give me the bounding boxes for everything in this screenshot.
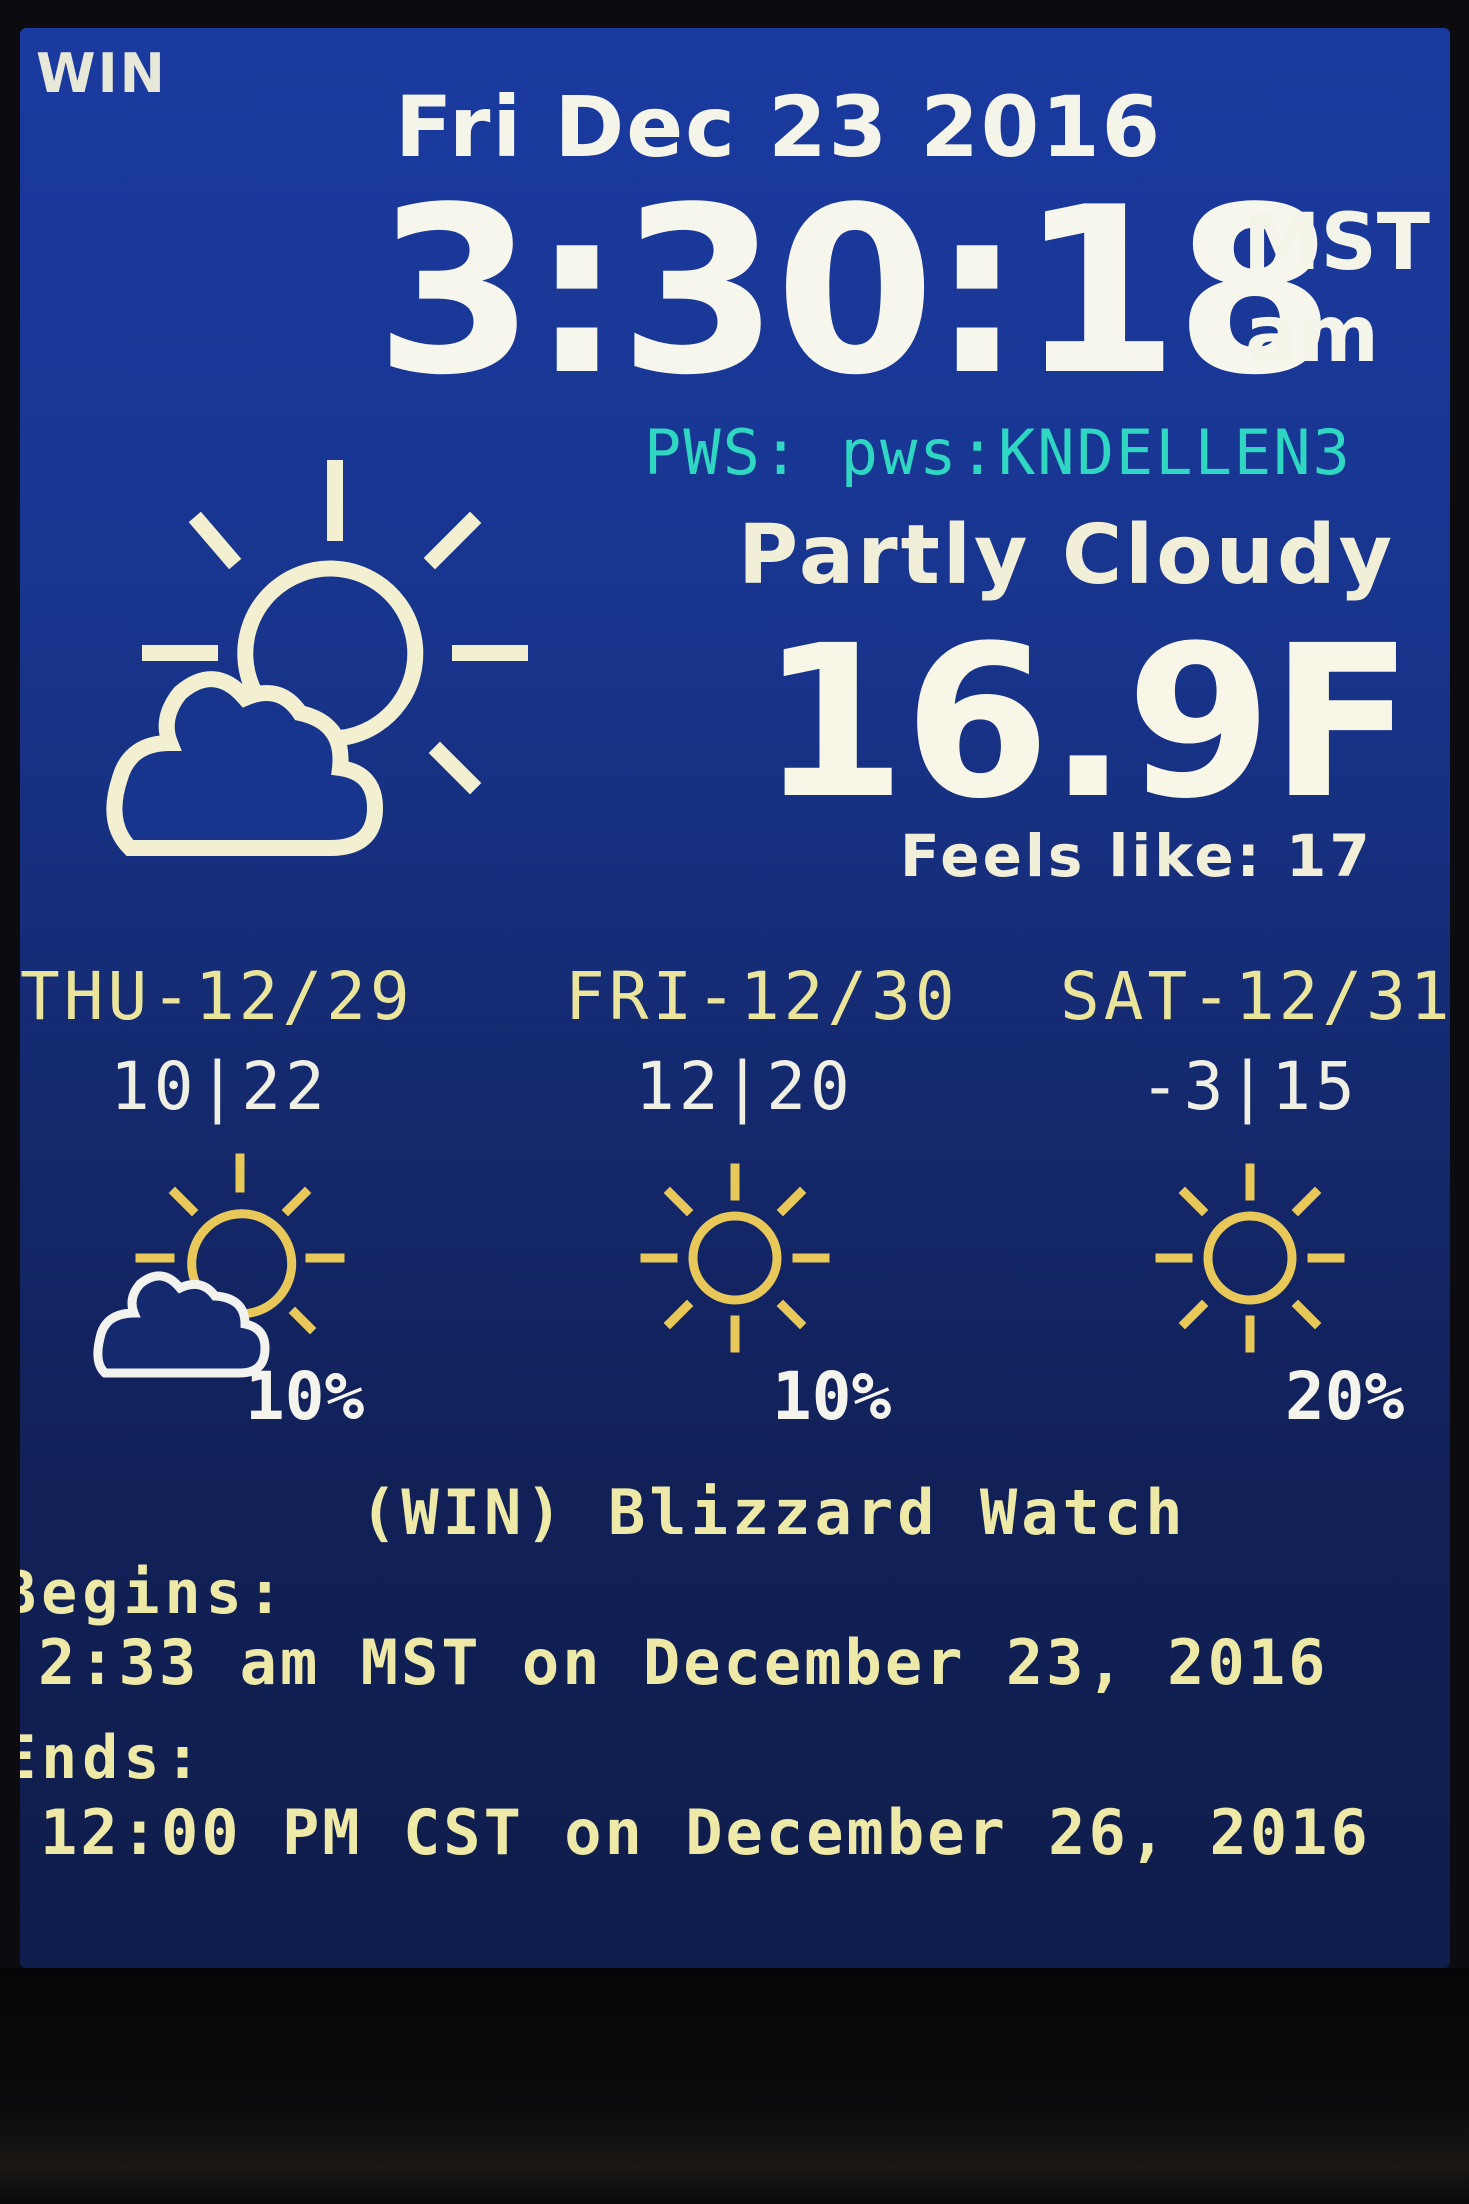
feels-like: Feels like: 17 <box>900 822 1373 890</box>
forecast-day-3-temps: -3|15 <box>1140 1048 1359 1125</box>
current-condition: Partly Cloudy <box>738 508 1396 603</box>
forecast-day-2-precip: 10% <box>772 1358 892 1435</box>
time-display: 3:30:18 <box>375 159 1335 426</box>
sunny-icon <box>640 1163 830 1353</box>
alert-ends-label: Ends: <box>20 1723 206 1793</box>
pws-station-label: PWS: pws:KNDELLEN3 <box>644 416 1352 489</box>
alert-title: (WIN) Blizzard Watch <box>360 1476 1187 1549</box>
forecast-day-1-label: THU-12/29 <box>20 958 414 1035</box>
forecast-day-1-precip: 10% <box>245 1358 365 1435</box>
partly-cloudy-icon <box>93 1153 345 1378</box>
device-bottom-edge <box>0 1968 1469 2204</box>
alert-begins-label: Begins: <box>20 1558 288 1628</box>
timezone-label: MST <box>1243 198 1431 288</box>
forecast-day-1-temps: 10|22 <box>110 1048 329 1125</box>
current-temperature: 16.9F <box>760 600 1414 845</box>
partly-cloudy-icon <box>106 460 528 856</box>
forecast-day-2-temps: 12|20 <box>635 1048 854 1125</box>
station-code: WIN <box>36 42 167 105</box>
forecast-day-2-label: FRI-12/30 <box>565 958 959 1035</box>
ampm-label: am <box>1245 290 1379 380</box>
weather-screen: WIN Fri Dec 23 2016 3:30:18 MST am PWS: … <box>20 28 1450 1968</box>
sunny-icon <box>1155 1163 1345 1353</box>
alert-begins-value: 2:33 am MST on December 23, 2016 <box>38 1626 1329 1699</box>
alert-ends-value: 12:00 PM CST on December 26, 2016 <box>40 1796 1371 1869</box>
forecast-day-3-precip: 20% <box>1285 1358 1405 1435</box>
forecast-day-3-label: SAT-12/31 <box>1060 958 1450 1035</box>
